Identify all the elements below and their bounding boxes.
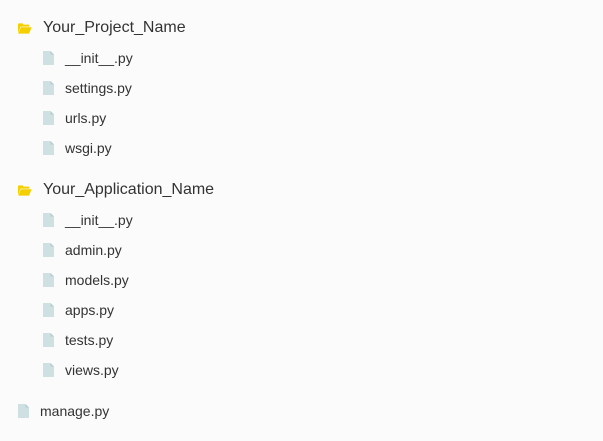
file-label: models.py <box>65 272 129 288</box>
file-project-init[interactable]: __init__.py <box>43 46 133 70</box>
folder-label: Your_Project_Name <box>43 19 186 36</box>
file-label: apps.py <box>65 302 115 318</box>
file-tree: Your_Project_Name __init__.py settings.p… <box>0 0 603 441</box>
file-icon <box>43 273 54 287</box>
file-icon <box>43 141 54 155</box>
file-app-init[interactable]: __init__.py <box>43 208 133 232</box>
folder-your-application-name[interactable]: Your_Application_Name <box>18 178 214 202</box>
file-label: urls.py <box>65 110 107 126</box>
file-icon <box>43 333 54 347</box>
file-tests[interactable]: tests.py <box>43 328 113 352</box>
file-icon <box>43 111 54 125</box>
file-label: __init__.py <box>65 212 133 228</box>
file-label: manage.py <box>40 403 110 419</box>
file-manage[interactable]: manage.py <box>18 399 109 423</box>
file-label: settings.py <box>65 80 132 96</box>
file-label: admin.py <box>65 242 122 258</box>
file-label: views.py <box>65 362 119 378</box>
folder-open-icon <box>18 22 32 34</box>
file-icon <box>43 363 54 377</box>
file-urls[interactable]: urls.py <box>43 106 106 130</box>
file-label: tests.py <box>65 332 114 348</box>
folder-label: Your_Application_Name <box>43 181 215 198</box>
file-admin[interactable]: admin.py <box>43 238 122 262</box>
folder-your-project-name[interactable]: Your_Project_Name <box>18 16 186 40</box>
file-wsgi[interactable]: wsgi.py <box>43 136 112 160</box>
file-label: __init__.py <box>65 50 133 66</box>
file-settings[interactable]: settings.py <box>43 76 132 100</box>
folder-open-icon <box>18 184 32 196</box>
file-icon <box>18 404 29 418</box>
file-label: wsgi.py <box>65 140 112 156</box>
file-icon <box>43 243 54 257</box>
file-views[interactable]: views.py <box>43 358 119 382</box>
file-icon <box>43 303 54 317</box>
file-icon <box>43 51 54 65</box>
file-models[interactable]: models.py <box>43 268 129 292</box>
file-icon <box>43 81 54 95</box>
file-icon <box>43 213 54 227</box>
file-apps[interactable]: apps.py <box>43 298 114 322</box>
